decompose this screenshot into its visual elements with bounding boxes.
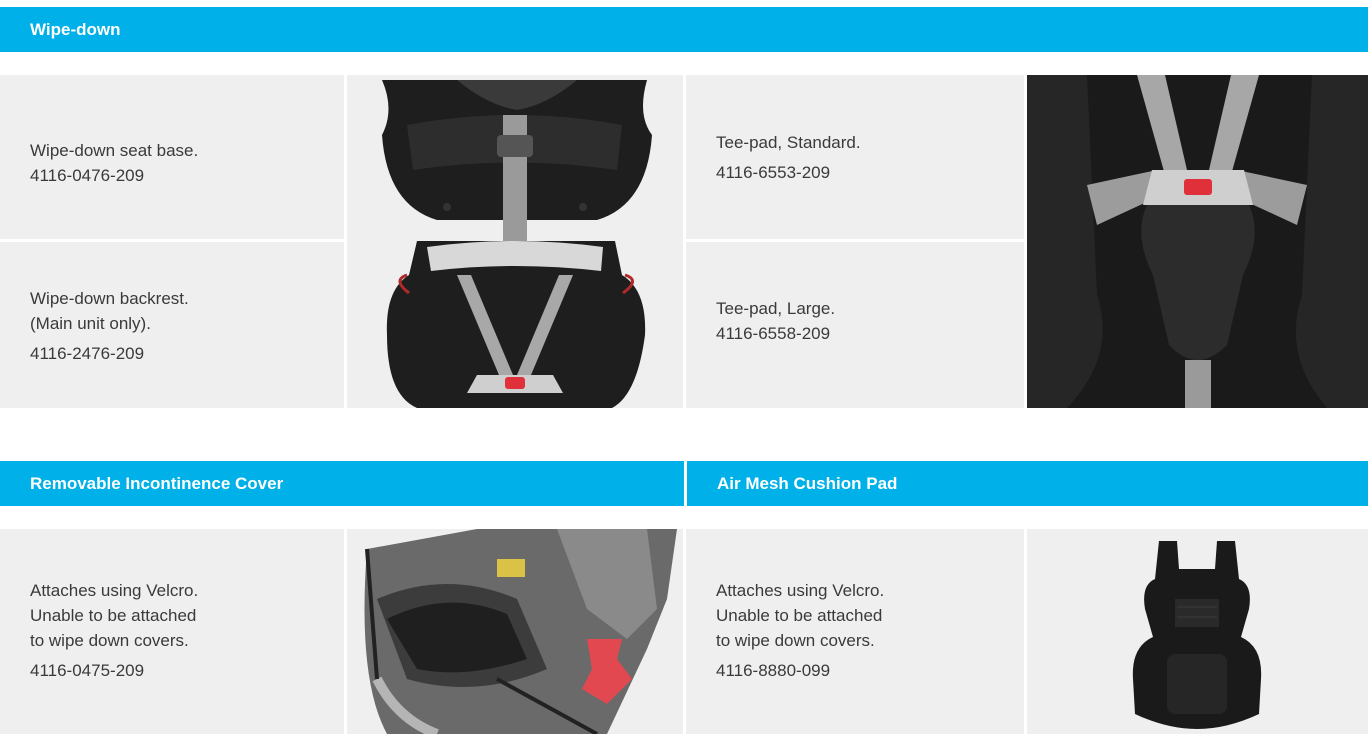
incontinence-image-cell xyxy=(347,529,683,734)
item-tee-pad-standard: Tee-pad, Standard. 4116-6553-209 xyxy=(686,75,1024,239)
incontinence-cover-image xyxy=(347,529,683,734)
section-title: Removable Incontinence Cover xyxy=(30,473,284,493)
top-edge xyxy=(0,0,1368,7)
part-number: 4116-0476-209 xyxy=(30,166,145,185)
section-header-air-mesh: Air Mesh Cushion Pad xyxy=(687,461,1368,506)
item-description: Tee-pad, Large. xyxy=(716,299,836,318)
item-seat-base: Wipe-down seat base. 4116-0476-209 xyxy=(0,75,344,239)
item-description: Tee-pad, Standard. xyxy=(716,133,861,152)
item-air-mesh-pad: Attaches using Velcro. Unable to be atta… xyxy=(686,529,1024,734)
item-note: Unable to be attached xyxy=(30,606,197,625)
air-mesh-pad-image xyxy=(1027,529,1368,734)
item-tee-pad-large: Tee-pad, Large. 4116-6558-209 xyxy=(686,242,1024,408)
item-note: (Main unit only). xyxy=(30,314,151,333)
item-incontinence-cover: Attaches using Velcro. Unable to be atta… xyxy=(0,529,344,734)
tee-pad-image xyxy=(1027,75,1368,408)
item-description: Attaches using Velcro. xyxy=(30,581,199,600)
item-note: to wipe down covers. xyxy=(716,631,875,650)
item-note: to wipe down covers. xyxy=(30,631,189,650)
section-title: Air Mesh Cushion Pad xyxy=(717,473,898,493)
section-header-incontinence-cover: Removable Incontinence Cover xyxy=(0,461,684,506)
part-number: 4116-2476-209 xyxy=(30,344,145,363)
item-description: Wipe-down seat base. xyxy=(30,141,199,160)
part-number: 4116-0475-209 xyxy=(30,661,145,680)
item-note: Unable to be attached xyxy=(716,606,883,625)
air-mesh-image-cell xyxy=(1027,529,1368,734)
part-number: 4116-8880-099 xyxy=(716,661,831,680)
seat-image-cell xyxy=(347,75,683,408)
item-description: Wipe-down backrest. xyxy=(30,289,189,308)
section-header-wipe-down: Wipe-down xyxy=(0,7,1368,52)
item-description: Attaches using Velcro. xyxy=(716,581,885,600)
section-title: Wipe-down xyxy=(30,19,121,39)
part-number: 4116-6553-209 xyxy=(716,163,831,182)
item-backrest: Wipe-down backrest. (Main unit only). 41… xyxy=(0,242,344,408)
wipe-down-seat-image xyxy=(347,75,683,408)
part-number: 4116-6558-209 xyxy=(716,324,831,343)
